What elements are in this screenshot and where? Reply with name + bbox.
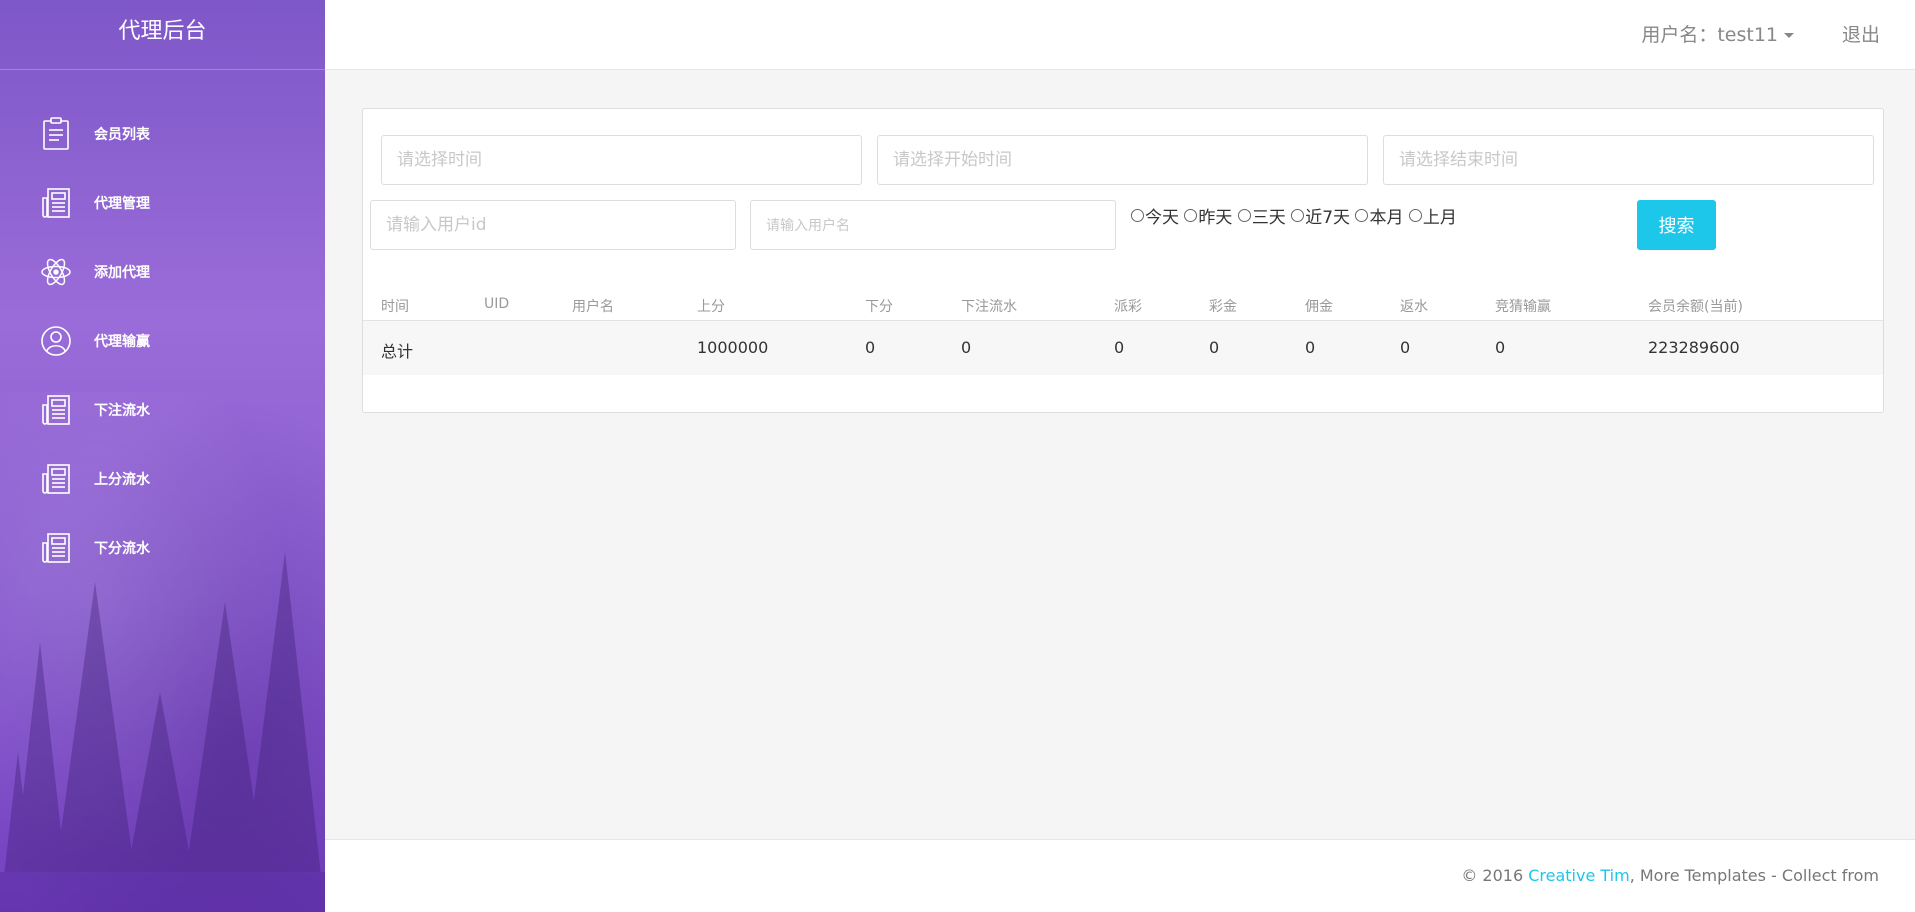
sidebar-item-agent-winloss[interactable]: 代理输赢: [0, 306, 325, 375]
sidebar-item-label: 上分流水: [94, 471, 150, 488]
sidebar: 代理后台 会员列表 代理管理 添加代理 代理输赢 下注流水 上分流水 下分流水: [0, 0, 325, 912]
table-header: 时间 UID 用户名 上分 下分 下注流水 派彩 彩金 佣金 返水 竞猜输赢 会…: [363, 289, 1883, 321]
table-cell: 223289600: [1648, 338, 1740, 357]
newspaper-icon: [38, 392, 74, 428]
footer-copyright: © 2016 Creative Tim, More Templates - Co…: [1461, 866, 1879, 885]
caret-down-icon: [1784, 33, 1794, 38]
user-dropdown[interactable]: 用户名：test11: [1641, 20, 1794, 47]
column-header: UID: [484, 296, 510, 312]
username-label: 用户名：test11: [1641, 24, 1778, 46]
column-header: 竞猜输赢: [1495, 299, 1551, 315]
username-input[interactable]: [750, 200, 1116, 250]
radio-label: 今天: [1145, 208, 1179, 228]
radio-label: 三天: [1251, 208, 1286, 228]
top-navbar: 用户名：test11 退出: [325, 0, 1915, 70]
radio-label: 本月: [1369, 208, 1404, 228]
table-row-total: 总计 1000000 0 0 0 0 0 0 0 223289600: [363, 321, 1883, 375]
table-cell: 0: [1114, 338, 1125, 357]
column-header: 上分: [697, 299, 725, 315]
column-header: 彩金: [1209, 299, 1237, 315]
sidebar-item-bet-flow[interactable]: 下注流水: [0, 375, 325, 444]
radio-label: 近7天: [1305, 208, 1351, 228]
column-header: 时间: [381, 299, 409, 315]
user-id-input[interactable]: [370, 200, 736, 250]
newspaper-icon: [38, 461, 74, 497]
column-header: 用户名: [572, 299, 614, 315]
sidebar-item-agent-management[interactable]: 代理管理: [0, 168, 325, 237]
sidebar-item-label: 下分流水: [94, 540, 150, 557]
radio-three-days[interactable]: 三天: [1237, 203, 1286, 228]
radio-yesterday[interactable]: 昨天: [1184, 203, 1232, 228]
table-cell: 0: [1400, 338, 1411, 357]
table-cell: 0: [1305, 338, 1316, 357]
table-cell: 1000000: [697, 338, 769, 357]
time-input[interactable]: [381, 135, 862, 185]
brand-title: 代理后台: [0, 0, 325, 70]
user-circle-icon: [38, 323, 74, 359]
newspaper-icon: [38, 185, 74, 221]
table-cell: 0: [865, 338, 876, 357]
radio-circle-icon: [1408, 209, 1422, 222]
footer-prefix: © 2016: [1461, 866, 1529, 885]
radio-circle-icon: [1184, 209, 1198, 222]
sidebar-nav: 会员列表 代理管理 添加代理 代理输赢 下注流水 上分流水 下分流水: [0, 99, 325, 582]
column-header: 下注流水: [961, 299, 1017, 315]
clipboard-icon: [38, 116, 74, 152]
radio-this-month[interactable]: 本月: [1355, 203, 1403, 228]
radio-last-month[interactable]: 上月: [1408, 203, 1457, 228]
radio-today[interactable]: 今天: [1131, 203, 1179, 228]
sidebar-item-label: 下注流水: [94, 402, 150, 419]
end-time-input[interactable]: [1383, 135, 1874, 185]
table-cell: 0: [961, 338, 972, 357]
report-card: 今天 昨天 三天 近7天 本月 上月 搜索 时间 UID 用户名 上分 下分 下…: [362, 108, 1884, 413]
sidebar-item-credit-flow[interactable]: 上分流水: [0, 444, 325, 513]
search-button[interactable]: 搜索: [1637, 200, 1716, 250]
radio-circle-icon: [1355, 209, 1369, 222]
start-time-input[interactable]: [877, 135, 1368, 185]
radio-label: 昨天: [1198, 208, 1233, 228]
column-header: 会员余额(当前): [1648, 299, 1743, 315]
radio-circle-icon: [1291, 209, 1305, 222]
footer: © 2016 Creative Tim, More Templates - Co…: [325, 839, 1915, 912]
sidebar-item-label: 会员列表: [94, 126, 150, 143]
newspaper-icon: [38, 530, 74, 566]
radio-label: 上月: [1422, 208, 1457, 228]
column-header: 返水: [1400, 299, 1428, 315]
footer-suffix: , More Templates - Collect from: [1629, 866, 1879, 885]
creative-tim-link[interactable]: Creative Tim: [1528, 866, 1629, 885]
radio-last-7-days[interactable]: 近7天: [1291, 203, 1350, 228]
table-cell: 0: [1209, 338, 1220, 357]
table-cell: 总计: [381, 342, 414, 361]
column-header: 下分: [865, 299, 893, 315]
radio-circle-icon: [1237, 209, 1251, 222]
quick-range-radios: 今天 昨天 三天 近7天 本月 上月: [1131, 203, 1457, 228]
sidebar-item-label: 代理输赢: [94, 333, 150, 350]
table-cell: 0: [1495, 338, 1506, 357]
atom-icon: [38, 254, 74, 290]
sidebar-item-member-list[interactable]: 会员列表: [0, 99, 325, 168]
sidebar-item-debit-flow[interactable]: 下分流水: [0, 513, 325, 582]
radio-circle-icon: [1131, 209, 1144, 222]
sidebar-item-label: 添加代理: [94, 264, 150, 281]
column-header: 派彩: [1114, 299, 1142, 315]
sidebar-item-label: 代理管理: [94, 195, 150, 212]
sidebar-item-add-agent[interactable]: 添加代理: [0, 237, 325, 306]
logout-link[interactable]: 退出: [1842, 20, 1880, 47]
column-header: 佣金: [1305, 299, 1333, 315]
